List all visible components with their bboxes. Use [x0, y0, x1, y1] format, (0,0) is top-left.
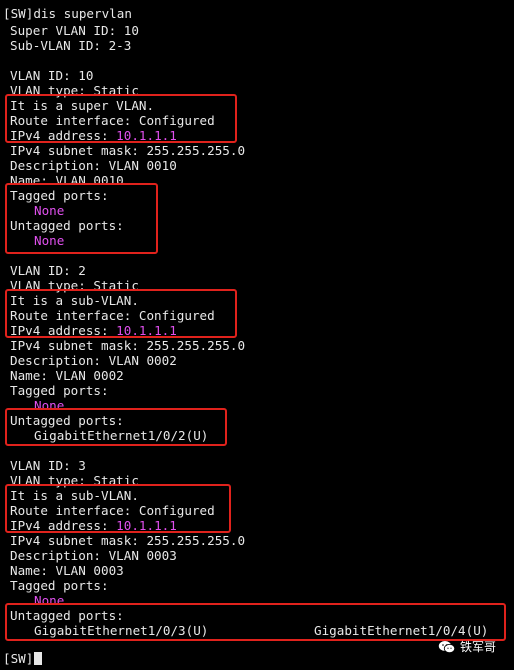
text-cursor	[34, 652, 43, 665]
vlan-id-line: VLAN ID: 3	[10, 458, 86, 473]
watermark-text: 铁军哥	[459, 640, 496, 654]
command-line: [SW]dis supervlan	[3, 6, 132, 21]
wechat-icon	[438, 640, 456, 653]
command-text: dis supervlan	[33, 6, 132, 21]
annotation-box	[5, 183, 158, 254]
tagged-ports-label: Tagged ports:	[10, 383, 109, 398]
annotation-box	[5, 484, 231, 533]
name-line: Name: VLAN 0003	[10, 563, 124, 578]
watermark: 铁军哥	[438, 638, 496, 655]
description-line: Description: VLAN 0003	[10, 548, 177, 563]
prompt: [SW]	[3, 651, 34, 666]
vlan-id-line: VLAN ID: 10	[10, 68, 94, 83]
terminal-window[interactable]: [SW]dis supervlan Super VLAN ID: 10 Sub-…	[0, 0, 514, 670]
vlan-id-line: VLAN ID: 2	[10, 263, 86, 278]
annotation-box	[5, 289, 237, 338]
subnet-mask-line: IPv4 subnet mask: 255.255.255.0	[10, 533, 246, 548]
annotation-box	[5, 408, 227, 446]
subnet-mask-line: IPv4 subnet mask: 255.255.255.0	[10, 143, 246, 158]
tagged-ports-label: Tagged ports:	[10, 578, 109, 593]
sub-vlan-id-line: Sub-VLAN ID: 2-3	[10, 38, 132, 53]
super-vlan-id-line: Super VLAN ID: 10	[10, 23, 139, 38]
subnet-mask-line: IPv4 subnet mask: 255.255.255.0	[10, 338, 246, 353]
description-line: Description: VLAN 0002	[10, 353, 177, 368]
annotation-box	[5, 94, 237, 143]
annotation-box	[5, 603, 506, 641]
name-line: Name: VLAN 0002	[10, 368, 124, 383]
description-line: Description: VLAN 0010	[10, 158, 177, 173]
prompt: [SW]	[3, 6, 34, 21]
final-prompt-line[interactable]: [SW]	[3, 651, 43, 666]
